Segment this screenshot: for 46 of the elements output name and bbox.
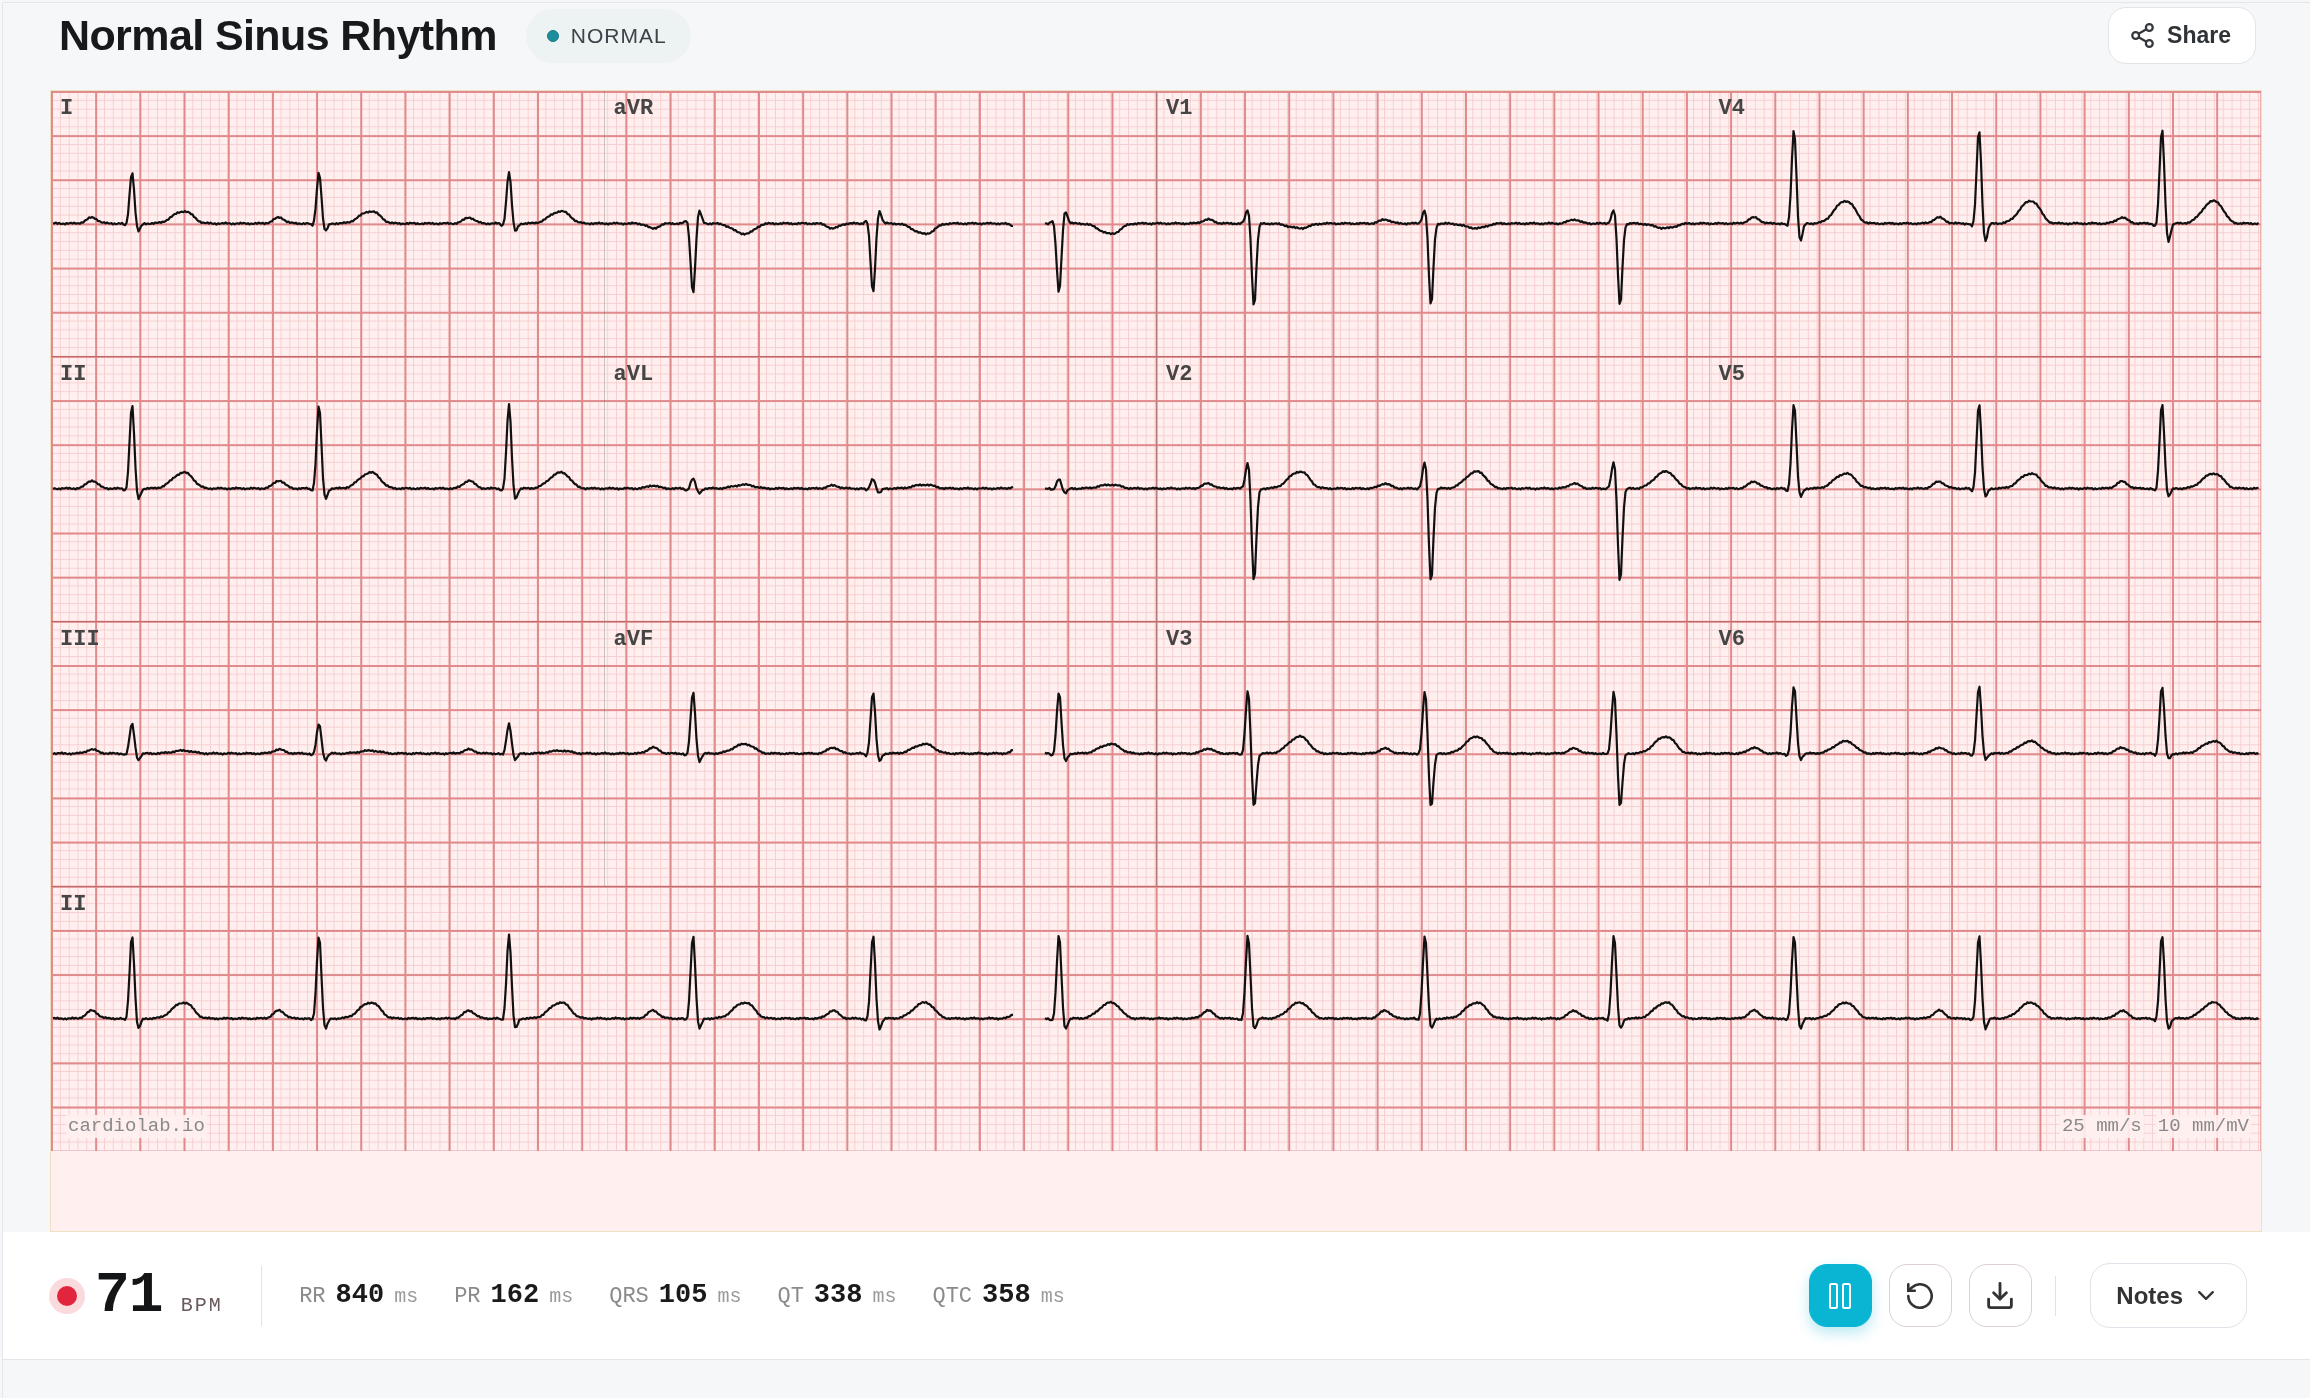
interval-unit: ms xyxy=(1040,1287,1065,1307)
lead-label: I xyxy=(60,96,74,121)
interval-label: RR xyxy=(299,1286,326,1308)
lead-label: V5 xyxy=(1718,362,1745,387)
lead-label: III xyxy=(60,627,100,652)
chevron-down-icon xyxy=(2198,1291,2214,1300)
lead-label: V4 xyxy=(1718,96,1745,121)
interval-unit: ms xyxy=(394,1287,419,1307)
interval-value: 338 xyxy=(813,1282,863,1309)
lead-label: II xyxy=(60,892,87,919)
rotate-arrow-icon xyxy=(1907,1282,1934,1309)
download-button[interactable] xyxy=(1968,1264,2032,1327)
interval-value: 358 xyxy=(982,1282,1031,1309)
status-label: NORMAL xyxy=(570,22,667,49)
share-button[interactable]: Share xyxy=(2108,7,2256,64)
interval-label: QT xyxy=(777,1286,804,1308)
reset-button[interactable] xyxy=(1888,1264,1952,1327)
gain-setting: 10 mm/mV xyxy=(2155,1115,2251,1138)
lead-label: V2 xyxy=(1166,362,1193,387)
lead-label: aVR xyxy=(613,96,654,121)
notes-button[interactable]: Notes xyxy=(2090,1263,2247,1328)
lead-label: V6 xyxy=(1718,627,1745,652)
heart-rate-unit: BPM xyxy=(180,1295,223,1316)
lead-label: aVL xyxy=(613,362,654,387)
interval-unit: ms xyxy=(717,1287,742,1307)
download-icon xyxy=(1987,1282,2014,1309)
lead-label: V1 xyxy=(1166,96,1193,121)
status-dot-icon xyxy=(546,29,559,42)
lead-label: V3 xyxy=(1166,627,1193,652)
page-title: Normal Sinus Rhythm xyxy=(59,10,497,61)
interval-label: PR xyxy=(454,1286,481,1308)
interval-unit: ms xyxy=(872,1287,897,1307)
lead-label: II xyxy=(60,362,87,387)
interval-unit: ms xyxy=(549,1287,574,1307)
lead-label: aVF xyxy=(613,627,654,652)
watermark-text: cardiolab.io xyxy=(66,1115,207,1138)
status-dot-icon xyxy=(49,1277,85,1314)
interval-label: QRS xyxy=(609,1286,649,1308)
interval-value: 162 xyxy=(490,1282,540,1309)
interval-value: 105 xyxy=(658,1282,708,1309)
interval-label: QTC xyxy=(932,1286,973,1308)
paper-speed: 25 mm/s xyxy=(2059,1115,2144,1138)
pause-icon xyxy=(1829,1282,1852,1309)
share-icon xyxy=(2131,23,2155,48)
interval-value: 840 xyxy=(335,1282,385,1309)
heart-rate-value: 71 xyxy=(95,1266,163,1325)
